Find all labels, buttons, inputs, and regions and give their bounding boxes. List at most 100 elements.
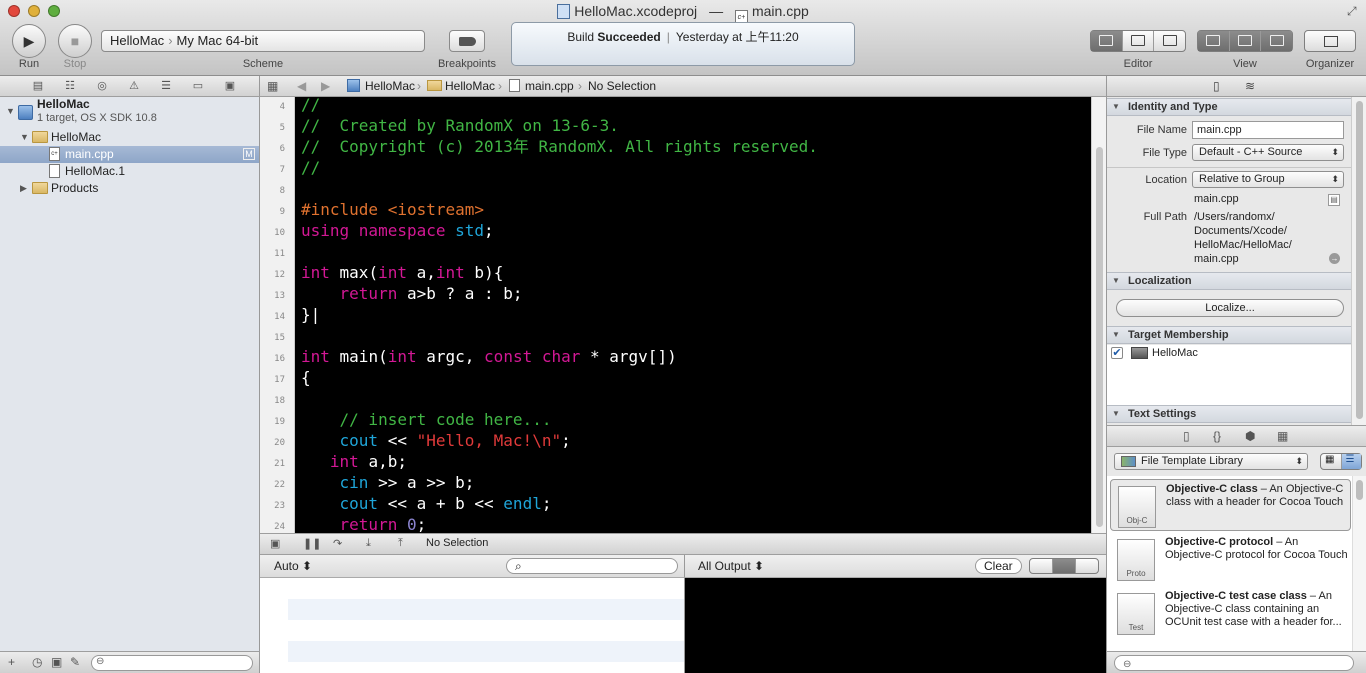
code-line[interactable]: // [301,157,320,178]
library-filter-field[interactable]: ⊖ [1114,655,1354,671]
code-line[interactable]: // [301,97,320,115]
target-checkbox[interactable]: ✔ [1111,347,1123,359]
forward-icon[interactable]: ▶ [321,76,330,96]
code-line[interactable]: // Created by RandomX on 13-6-3. [301,115,619,136]
code-line[interactable]: // insert code here... [301,409,552,430]
code-line[interactable]: }| [301,304,320,325]
scroll-thumb[interactable] [1356,480,1363,500]
add-icon[interactable]: + [8,655,15,669]
log-navigator-icon[interactable]: ▣ [214,76,246,96]
scroll-thumb[interactable] [1096,147,1103,527]
debug-navigator-icon[interactable]: ☰ [150,76,182,96]
breakpoints-button[interactable] [449,30,485,52]
file-type-popup[interactable]: Default - C++ Source [1192,144,1344,161]
variables-only-button[interactable] [1030,559,1053,573]
code-line[interactable]: using namespace std; [301,220,494,241]
code-line[interactable]: #include <iostream> [301,199,484,220]
library-popup[interactable]: File Template Library [1114,453,1308,470]
localize-button[interactable]: Localize... [1116,299,1344,317]
library-scrollbar[interactable] [1352,476,1366,651]
search-navigator-icon[interactable]: ◎ [86,76,118,96]
icon-view-button[interactable]: ▦ [1321,454,1342,469]
file-template-library-icon[interactable]: ▯ [1183,429,1190,443]
code-line[interactable]: int max(int a,int b){ [301,262,503,283]
project-navigator-icon[interactable]: ▤ [22,76,54,96]
recent-files-icon[interactable]: ◷ [32,655,42,669]
issue-navigator-icon[interactable]: ⚠ [118,76,150,96]
choose-file-icon[interactable]: ▤ [1328,194,1340,206]
scheme-popup[interactable]: HelloMac › My Mac 64-bit [101,30,425,52]
variables-search-field[interactable]: ⌕ [506,558,678,574]
code-line[interactable]: return 0; [301,514,427,533]
project-row[interactable]: ▼ HelloMac 1 target, OS X SDK 10.8 [0,97,259,127]
toggle-navigator-button[interactable] [1198,31,1230,51]
crumb-file[interactable]: main.cpp [525,76,574,96]
file-row-hellomac-1[interactable]: HelloMac.1 [0,163,259,180]
inspector-scrollbar[interactable] [1351,97,1366,425]
library-item[interactable]: Test Objective-C test case class – An Obj… [1110,587,1351,639]
hide-debug-area-icon[interactable]: ▣ [270,537,280,550]
output-popup[interactable]: All Output ⬍ [698,559,764,573]
breakpoint-navigator-icon[interactable]: ▭ [182,76,214,96]
location-popup[interactable]: Relative to Group [1192,171,1344,188]
localization-section-header[interactable]: Localization [1107,272,1352,290]
step-over-icon[interactable]: ↷ [333,537,342,550]
toggle-debug-area-button[interactable] [1229,31,1262,51]
clear-button[interactable]: Clear [975,558,1022,574]
pause-icon[interactable]: ❚❚ [303,537,321,550]
code-line[interactable]: return a>b ? a : b; [301,283,523,304]
scroll-thumb[interactable] [1356,101,1363,419]
console-only-button[interactable] [1076,559,1098,573]
quick-help-icon[interactable]: ≋ [1245,79,1255,93]
crumb-selection[interactable]: No Selection [588,76,656,96]
code-line[interactable]: cout << a + b << endl; [301,493,552,514]
auto-popup[interactable]: Auto ⬍ [274,559,312,573]
object-library-icon[interactable]: ⬢ [1245,429,1255,443]
code-line[interactable]: int main(int argc, const char * argv[]) [301,346,677,367]
back-icon[interactable]: ◀ [297,76,306,96]
scm-filter-icon[interactable]: ▣ [51,655,62,669]
reveal-in-finder-icon[interactable]: → [1329,253,1340,264]
file-name-field[interactable]: main.cpp [1192,121,1344,139]
step-into-icon[interactable]: ⤓ [366,537,371,550]
code-line[interactable]: // Copyright (c) 2013年 RandomX. All righ… [301,136,818,157]
version-editor-button[interactable] [1154,31,1185,51]
fullscreen-icon[interactable]: ⤢ [1347,4,1357,19]
assistant-editor-button[interactable] [1123,31,1155,51]
file-inspector-icon[interactable]: ▯ [1213,79,1220,93]
related-items-icon[interactable]: ▦ [267,76,278,96]
standard-editor-button[interactable] [1091,31,1123,51]
text-settings-section-header[interactable]: Text Settings [1107,405,1352,423]
code-line[interactable]: { [301,367,311,388]
library-item[interactable]: Obj-C Objective-C class – An Objective-C … [1110,479,1351,531]
target-membership-section-header[interactable]: Target Membership [1107,326,1352,344]
console-output[interactable] [684,578,1106,673]
stop-button[interactable]: ■ [58,24,92,58]
run-button[interactable]: ▶ [12,24,46,58]
group-row-products[interactable]: ▶ Products [0,180,259,197]
code-line[interactable]: int a,b; [301,451,407,472]
symbol-navigator-icon[interactable]: ☷ [54,76,86,96]
navigator-filter-field[interactable]: ⊖ [91,655,253,671]
step-out-icon[interactable]: ⤒ [398,537,403,550]
source-editor[interactable]: // // Created by RandomX on 13-6-3. // Cop… [295,97,1091,533]
code-snippet-library-icon[interactable]: {} [1213,429,1221,443]
unsaved-filter-icon[interactable]: ✎ [70,655,80,669]
location-label: Location [1145,174,1187,186]
code-line[interactable]: cin >> a >> b; [301,472,475,493]
toggle-utilities-button[interactable] [1261,31,1293,51]
code-line[interactable]: cout << "Hello, Mac!\n"; [301,430,571,451]
media-library-icon[interactable]: ▦ [1277,429,1288,443]
both-panes-button[interactable] [1053,559,1076,573]
list-view-button[interactable]: ☰ [1341,454,1361,469]
group-row-hellomac[interactable]: ▼ HelloMac [0,129,259,146]
library-item[interactable]: Proto Objective-C protocol – An Objective… [1110,533,1351,585]
code-token: using namespace [301,221,456,240]
crumb-group[interactable]: HelloMac [445,76,495,96]
file-row-main-cpp[interactable]: c+ main.cpp M [0,146,259,163]
identity-section-header[interactable]: Identity and Type [1107,98,1352,116]
editor-scrollbar[interactable] [1091,97,1106,533]
organizer-button[interactable] [1304,30,1356,52]
crumb-project[interactable]: HelloMac [365,76,415,96]
